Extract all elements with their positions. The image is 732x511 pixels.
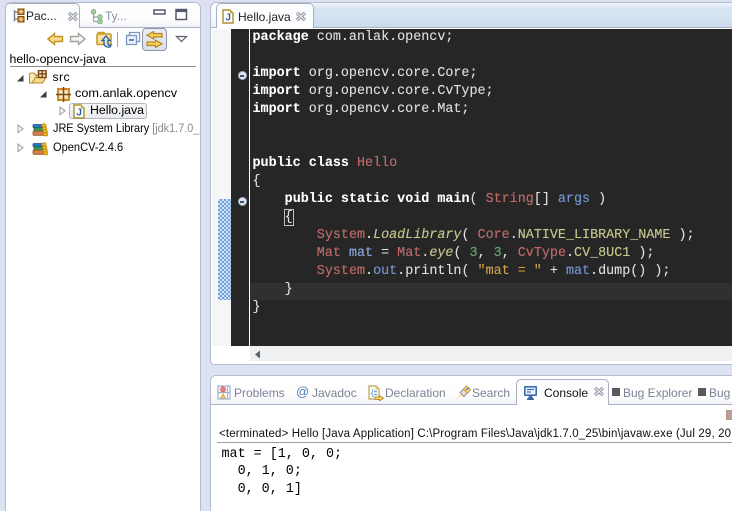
svg-text:J: J bbox=[76, 107, 82, 118]
svg-text:J: J bbox=[225, 13, 231, 24]
